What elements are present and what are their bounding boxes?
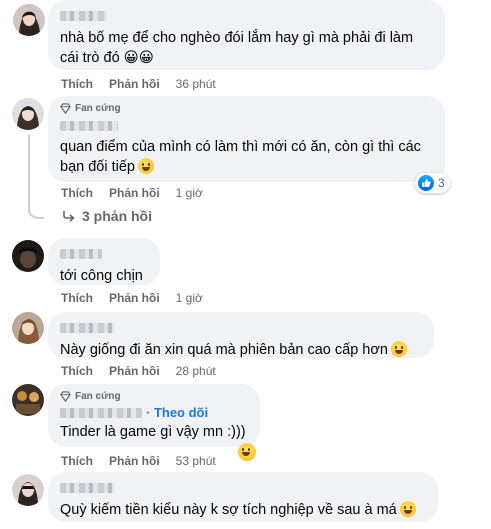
reply-button[interactable]: Phản hồi bbox=[109, 77, 160, 91]
smirk-emoji-icon bbox=[399, 501, 416, 517]
comment-text: nhà bố mẹ để cho nghèo đói lắm hay gì mà… bbox=[60, 30, 414, 66]
avatar[interactable] bbox=[12, 98, 44, 130]
comment-actions: Thích Phản hồi 1 giờ bbox=[61, 186, 203, 200]
reaction-summary[interactable]: 3 bbox=[415, 173, 450, 193]
comment-actions: Thích Phản hồi 53 phút bbox=[61, 454, 216, 468]
reply-button[interactable]: Phản hồi bbox=[109, 186, 160, 200]
author-name[interactable] bbox=[60, 407, 142, 418]
follow-link[interactable]: · Theo dõi bbox=[146, 405, 208, 420]
comment-bubble: Fan cứng quan điểm của mình có làm thì m… bbox=[48, 96, 445, 182]
laughing-emoji-icon bbox=[238, 443, 256, 461]
comment-actions: Thích Phản hồi 1 giờ bbox=[61, 291, 203, 305]
like-button[interactable]: Thích bbox=[61, 364, 93, 378]
like-button[interactable]: Thích bbox=[61, 186, 93, 200]
like-button[interactable]: Thích bbox=[61, 454, 93, 468]
fan-badge: Fan cứng bbox=[60, 103, 433, 114]
author-name[interactable] bbox=[60, 482, 114, 493]
replies-count[interactable]: 3 phản hồi bbox=[82, 208, 152, 224]
comment-bubble: Này giống đi ăn xin quá mà phiên bản cao… bbox=[48, 312, 434, 358]
author-name[interactable] bbox=[60, 120, 118, 131]
timestamp[interactable]: 28 phút bbox=[176, 364, 216, 378]
comment-text: tới công chịn bbox=[60, 268, 143, 284]
timestamp[interactable]: 1 giờ bbox=[176, 186, 203, 200]
fan-badge: Fan cứng bbox=[60, 391, 248, 402]
emoji-icon bbox=[137, 158, 154, 174]
grinning-emoji-icon bbox=[390, 341, 407, 357]
avatar-image bbox=[12, 240, 44, 272]
timestamp[interactable]: 1 giờ bbox=[176, 291, 203, 305]
avatar[interactable] bbox=[13, 4, 45, 36]
avatar-image bbox=[12, 98, 44, 130]
author-name[interactable] bbox=[60, 248, 102, 259]
avatar[interactable] bbox=[12, 312, 44, 344]
timestamp[interactable]: 36 phút bbox=[176, 77, 216, 91]
comment-actions: Thích Phản hồi 36 phút bbox=[61, 77, 216, 91]
reaction-count: 3 bbox=[438, 176, 445, 190]
author-name[interactable] bbox=[60, 322, 114, 333]
avatar-image bbox=[13, 4, 45, 36]
comment-actions: Thích Phản hồi 28 phút bbox=[61, 364, 216, 378]
fan-badge-label: Fan cứng bbox=[75, 103, 121, 114]
avatar[interactable] bbox=[12, 384, 44, 416]
fan-badge-label: Fan cứng bbox=[75, 391, 121, 402]
reply-button[interactable]: Phản hồi bbox=[109, 291, 160, 305]
comment-text: Quỳ kiếm tiền kiểu này k sợ tích nghiệp … bbox=[60, 500, 426, 520]
avatar[interactable] bbox=[12, 240, 44, 272]
like-button[interactable]: Thích bbox=[61, 77, 93, 91]
avatar-image bbox=[12, 312, 44, 344]
thread-line bbox=[28, 135, 30, 213]
diamond-icon bbox=[60, 391, 71, 402]
comment-text: Này giống đi ăn xin quá mà phiên bản cao… bbox=[60, 340, 422, 360]
diamond-icon bbox=[60, 103, 71, 114]
comment-text: Tinder là game gì vậy mn :))) bbox=[60, 424, 246, 440]
view-replies-link[interactable]: 3 phản hồi bbox=[62, 208, 152, 224]
comment-bubble: Quỳ kiếm tiền kiểu này k sợ tích nghiệp … bbox=[48, 472, 438, 522]
comment-text: quan điểm của mình có làm thì mới có ăn,… bbox=[60, 139, 421, 175]
reply-button[interactable]: Phản hồi bbox=[109, 364, 160, 378]
like-button[interactable]: Thích bbox=[61, 291, 93, 305]
like-reaction-icon bbox=[418, 175, 434, 191]
comment-bubble: nhà bố mẹ để cho nghèo đói lắm hay gì mà… bbox=[48, 0, 445, 70]
comment-bubble: tới công chịn bbox=[48, 238, 160, 285]
comment-bubble: Fan cứng · Theo dõi Tinder là game gì vậ… bbox=[48, 384, 260, 447]
avatar-image bbox=[12, 384, 44, 416]
avatar[interactable] bbox=[12, 474, 44, 506]
reply-button[interactable]: Phản hồi bbox=[109, 454, 160, 468]
author-name[interactable] bbox=[60, 10, 106, 21]
reply-arrow-icon bbox=[63, 211, 75, 222]
avatar-image bbox=[12, 474, 44, 506]
timestamp[interactable]: 53 phút bbox=[176, 454, 216, 468]
thread-line-curve bbox=[28, 203, 44, 219]
